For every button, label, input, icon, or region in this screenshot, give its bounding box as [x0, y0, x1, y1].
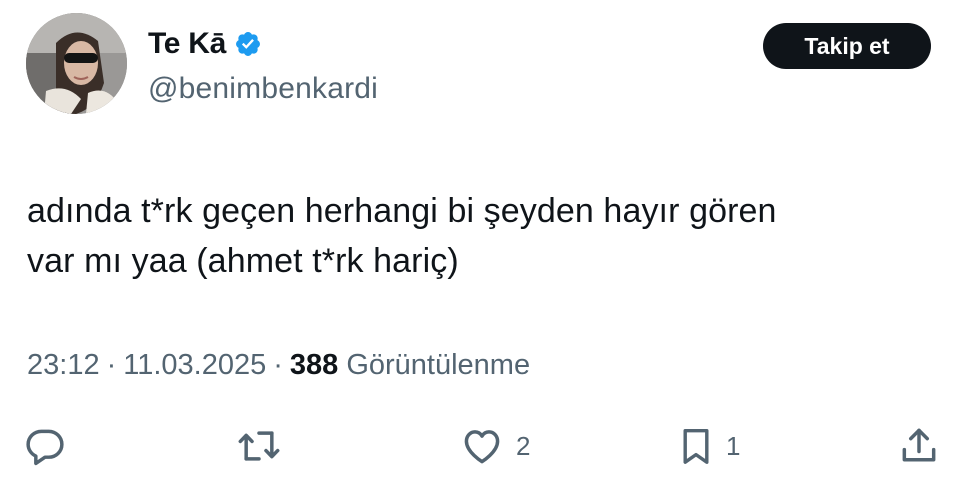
like-count: 2	[516, 430, 531, 461]
user-handle[interactable]: @benimbenkardi	[148, 72, 378, 106]
share-icon	[902, 428, 936, 462]
avatar[interactable]	[26, 13, 127, 114]
like-button[interactable]: 2	[460, 424, 530, 468]
display-name[interactable]: Te Kā	[148, 27, 226, 61]
profile-photo-icon	[26, 13, 127, 114]
share-button[interactable]	[897, 424, 941, 468]
meta-separator: ·	[106, 349, 117, 381]
reply-button[interactable]	[23, 424, 67, 468]
reply-icon	[26, 429, 64, 466]
name-row: Te Kā	[148, 26, 262, 62]
verified-badge-icon	[234, 30, 262, 58]
follow-button[interactable]: Takip et	[763, 23, 931, 69]
tweet-time[interactable]: 23:12	[27, 349, 100, 382]
meta-separator: ·	[273, 349, 283, 381]
tweet-card: Te Kā @benimbenkardi Takip et adında t*r…	[0, 0, 968, 498]
heart-icon	[464, 430, 500, 464]
tweet-meta: 23:12 · 11.03.2025 · 388 Görüntülenme	[27, 349, 530, 382]
retweet-icon	[238, 431, 280, 461]
retweet-button[interactable]	[236, 424, 282, 468]
bookmark-icon	[683, 428, 709, 464]
tweet-text-line-1: adında t*rk geçen herhangi bi şeyden hay…	[27, 192, 777, 230]
bookmark-button[interactable]: 1	[678, 424, 740, 468]
tweet-date[interactable]: 11.03.2025	[123, 349, 266, 382]
views-label: Görüntülenme	[346, 349, 531, 381]
views-count: 388	[289, 349, 339, 381]
tweet-text-line-2: var mı yaa (ahmet t*rk hariç)	[27, 242, 459, 280]
tweet-text: adında t*rk geçen herhangi bi şeyden hay…	[27, 186, 927, 286]
bookmark-count: 1	[726, 430, 741, 461]
